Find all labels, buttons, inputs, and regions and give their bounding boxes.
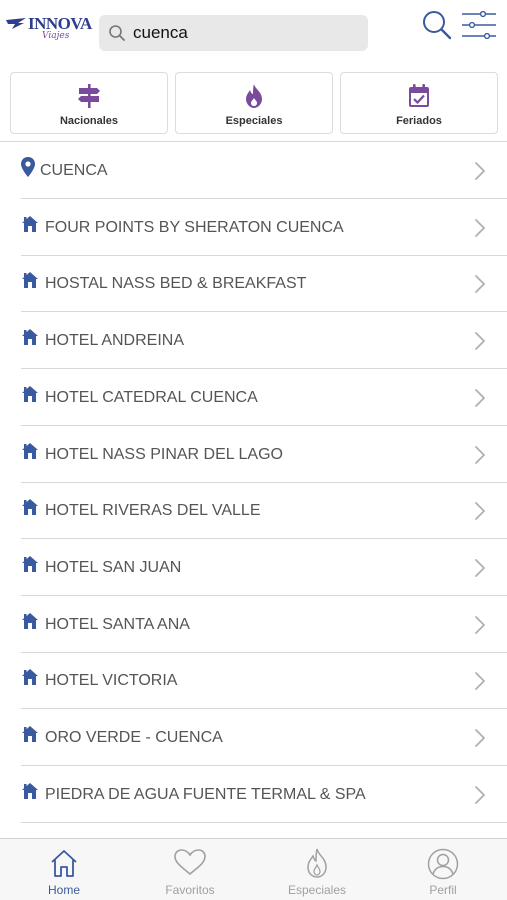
nav-label: Favoritos — [165, 883, 215, 897]
hotel-icon — [21, 215, 39, 238]
result-label: ORO VERDE - CUENCA — [45, 729, 223, 746]
bottom-nav: Home Favoritos Especiales Perfil — [0, 838, 507, 900]
tab-label: Especiales — [225, 115, 283, 127]
hotel-icon — [21, 271, 39, 294]
result-row[interactable]: HOSTAL NASS BED & BREAKFAST — [0, 255, 507, 313]
chevron-right-icon — [474, 218, 486, 243]
chevron-right-icon — [474, 161, 486, 186]
result-row[interactable]: HOTEL CATEDRAL CUENCA — [0, 369, 507, 426]
filter-sliders-icon[interactable] — [461, 11, 497, 39]
chevron-right-icon — [474, 331, 486, 356]
result-label: PIEDRA DE AGUA FUENTE TERMAL & SPA — [45, 785, 366, 803]
nav-label: Perfil — [429, 883, 457, 897]
hotel-icon — [21, 442, 39, 465]
tab-nacionales[interactable]: Nacionales — [10, 72, 168, 134]
result-row[interactable]: HOTEL SANTA ANA — [0, 596, 507, 653]
result-label: HOTEL RIVERAS DEL VALLE — [45, 502, 261, 520]
search-box[interactable] — [99, 15, 368, 51]
result-label: HOTEL NASS PINAR DEL LAGO — [45, 445, 283, 463]
search-button-icon[interactable] — [421, 9, 453, 41]
tab-especiales[interactable]: Especiales — [175, 72, 333, 134]
nav-especiales[interactable]: Especiales — [254, 839, 380, 900]
result-row[interactable]: CUENCA — [0, 142, 507, 199]
hotel-icon — [21, 555, 39, 578]
result-row[interactable]: FOUR POINTS BY SHERATON CUENCA — [0, 199, 507, 256]
nav-perfil[interactable]: Perfil — [380, 839, 506, 900]
result-label: HOTEL VICTORIA — [45, 672, 178, 690]
chevron-right-icon — [474, 501, 486, 526]
location-pin-icon — [21, 157, 35, 182]
hotel-icon — [21, 328, 39, 351]
flame-icon — [246, 84, 262, 108]
hotel-icon — [21, 668, 39, 691]
result-label: HOTEL SAN JUAN — [45, 558, 182, 576]
hotel-icon — [21, 498, 39, 521]
result-label: HOTEL CATEDRAL CUENCA — [45, 388, 258, 406]
calendar-check-icon — [409, 84, 429, 107]
result-row[interactable]: HOTEL NASS PINAR DEL LAGO — [0, 426, 507, 483]
search-icon — [109, 25, 125, 41]
chevron-right-icon — [474, 671, 486, 696]
result-label: HOSTAL NASS BED & BREAKFAST — [45, 275, 307, 293]
chevron-right-icon — [474, 445, 486, 470]
result-row[interactable]: PIEDRA DE AGUA FUENTE TERMAL & SPA — [0, 766, 507, 823]
search-input[interactable] — [133, 21, 358, 45]
result-row[interactable]: HOTEL ANDREINA — [0, 312, 507, 370]
brand-logo[interactable]: INNOVA Viajes — [6, 14, 92, 48]
wing-logo-icon — [6, 18, 26, 29]
user-icon — [427, 848, 459, 880]
nav-favoritos[interactable]: Favoritos — [127, 839, 253, 900]
category-tabs: Nacionales Especiales Feriados — [0, 66, 507, 141]
chevron-right-icon — [474, 274, 486, 299]
home-icon — [51, 850, 77, 877]
signpost-icon — [78, 84, 100, 108]
logo-subtitle: Viajes — [42, 31, 70, 41]
chevron-right-icon — [474, 388, 486, 413]
hotel-icon — [21, 725, 39, 748]
result-label: HOTEL SANTA ANA — [45, 615, 190, 633]
result-row[interactable]: HOTEL RIVERAS DEL VALLE — [0, 482, 507, 540]
result-label: HOTEL ANDREINA — [45, 332, 184, 350]
tab-label: Nacionales — [59, 115, 119, 127]
chevron-right-icon — [474, 558, 486, 583]
nav-label: Especiales — [287, 883, 347, 897]
result-label: CUENCA — [40, 162, 108, 179]
nav-home[interactable]: Home — [1, 839, 127, 900]
nav-label: Home — [47, 883, 80, 897]
chevron-right-icon — [474, 728, 486, 753]
app-header: INNOVA Viajes — [0, 0, 507, 66]
tab-label: Feriados — [396, 115, 442, 127]
chevron-right-icon — [474, 785, 486, 810]
result-row[interactable]: HOTEL VICTORIA — [0, 652, 507, 710]
result-row[interactable]: HOTEL SAN JUAN — [0, 539, 507, 596]
tab-feriados[interactable]: Feriados — [340, 72, 498, 134]
result-row[interactable]: ORO VERDE - CUENCA — [0, 709, 507, 766]
flame-icon — [307, 848, 327, 878]
hotel-icon — [21, 385, 39, 408]
hotel-icon — [21, 782, 39, 805]
heart-icon — [174, 849, 206, 876]
hotel-icon — [21, 612, 39, 635]
result-label: FOUR POINTS BY SHERATON CUENCA — [45, 218, 344, 236]
row-divider — [21, 821, 507, 823]
chevron-right-icon — [474, 615, 486, 640]
